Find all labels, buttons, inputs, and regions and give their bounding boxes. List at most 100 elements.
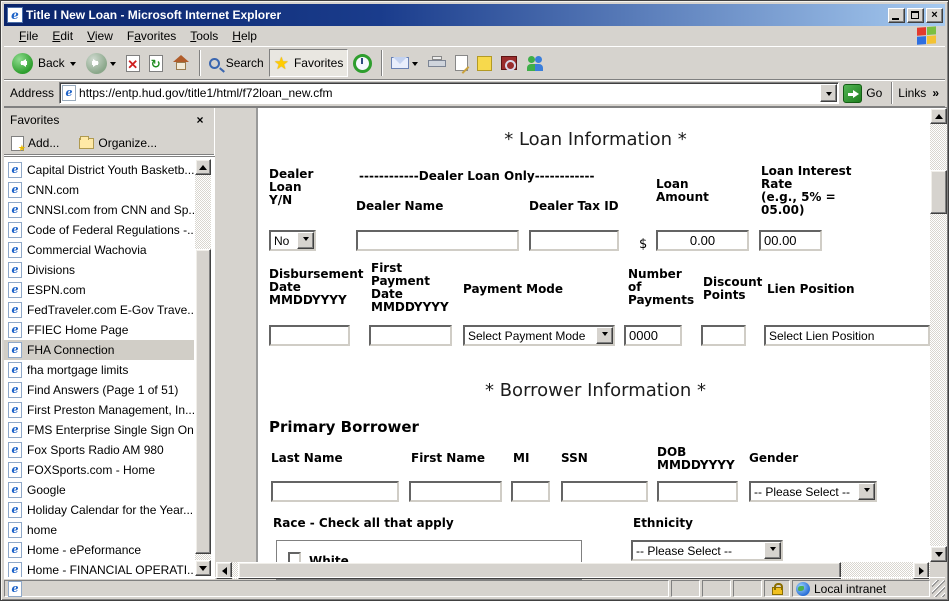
discuss-button[interactable]: [473, 49, 496, 77]
ssn-input[interactable]: [561, 481, 648, 502]
favorite-item[interactable]: e Find Answers (Page 1 of 51): [4, 380, 194, 400]
print-button[interactable]: [424, 49, 450, 77]
lien-position-select[interactable]: Select Lien Position: [764, 325, 930, 346]
loan-amount-label: Loan Amount: [656, 178, 709, 204]
favorite-item-label: Commercial Wachovia: [27, 243, 147, 257]
dealer-loan-select[interactable]: No: [269, 230, 316, 251]
payment-mode-label: Payment Mode: [463, 283, 563, 296]
search-button[interactable]: Search: [205, 49, 268, 77]
number-of-payments-input[interactable]: [624, 325, 682, 346]
close-button[interactable]: ×: [926, 8, 943, 23]
favorite-item[interactable]: eCommercial Wachovia: [4, 240, 194, 260]
favorite-item[interactable]: eCNN.com: [4, 180, 194, 200]
favorite-item[interactable]: eDivisions: [4, 260, 194, 280]
menu-tools[interactable]: Tools: [183, 27, 225, 45]
page-favicon: e: [62, 85, 76, 101]
content-scroll-up-button[interactable]: [930, 108, 947, 124]
back-button[interactable]: Back: [8, 49, 81, 77]
last-name-input[interactable]: [271, 481, 399, 502]
favorite-item[interactable]: eFox Sports Radio AM 980: [4, 440, 194, 460]
content-vscroll-thumb[interactable]: [930, 170, 947, 214]
address-field[interactable]: e https://entp.hud.gov/title1/html/f72lo…: [59, 82, 839, 104]
mail-icon: [391, 57, 409, 69]
add-favorite-button[interactable]: Add...: [8, 134, 62, 153]
favorite-item[interactable]: eESPN.com: [4, 280, 194, 300]
chevron-down-icon[interactable]: [297, 232, 314, 249]
edit-button[interactable]: [451, 49, 472, 77]
favorite-item[interactable]: eFHA Connection: [4, 340, 194, 360]
chevron-down-icon[interactable]: [596, 327, 613, 344]
favorite-item[interactable]: eHome - ePeformance: [4, 540, 194, 560]
favorite-item-label: Find Answers (Page 1 of 51): [27, 383, 178, 397]
menu-help[interactable]: Help: [225, 27, 264, 45]
first-name-input[interactable]: [409, 481, 502, 502]
menu-file[interactable]: File: [12, 27, 45, 45]
dealer-tax-id-input[interactable]: [529, 230, 619, 251]
favorite-item[interactable]: ehome: [4, 520, 194, 540]
favorites-scroll-up-button[interactable]: [195, 159, 211, 175]
dealer-name-input[interactable]: [356, 230, 519, 251]
favorites-panel-header: Favorites ×: [4, 108, 214, 132]
favorite-item[interactable]: eFirst Preston Management, In...: [4, 400, 194, 420]
history-button[interactable]: [349, 49, 376, 77]
payment-mode-value: Select Payment Mode: [465, 329, 596, 343]
title-bar[interactable]: e Title I New Loan - Microsoft Internet …: [4, 4, 945, 26]
favorites-button[interactable]: ★ Favorites: [269, 49, 349, 77]
loan-amount-input[interactable]: [656, 230, 749, 251]
gender-select[interactable]: -- Please Select --: [749, 481, 877, 502]
first-payment-date-label: First Payment Date MMDDYYYY: [371, 262, 449, 314]
disbursement-date-input[interactable]: [269, 325, 350, 346]
menu-view[interactable]: View: [80, 27, 120, 45]
minimize-button[interactable]: [888, 8, 905, 23]
ie-page-icon: e: [8, 382, 22, 398]
home-button[interactable]: [168, 49, 194, 77]
research-button[interactable]: [497, 49, 521, 77]
chevron-down-icon[interactable]: [858, 483, 875, 500]
forward-button[interactable]: [82, 49, 121, 77]
ethnicity-select[interactable]: -- Please Select --: [631, 540, 783, 561]
resize-grip[interactable]: [932, 580, 945, 597]
mi-input[interactable]: [511, 481, 550, 502]
favorite-item[interactable]: eCapital District Youth Basketb...: [4, 160, 194, 180]
favorite-item[interactable]: eCode of Federal Regulations -...: [4, 220, 194, 240]
stop-icon: ✕: [126, 55, 140, 72]
zone-label: Local intranet: [814, 582, 886, 596]
maximize-button[interactable]: [907, 8, 924, 23]
favorite-item[interactable]: eGoogle: [4, 480, 194, 500]
favorite-item[interactable]: efha mortgage limits: [4, 360, 194, 380]
stop-button[interactable]: ✕: [122, 49, 144, 77]
links-menu[interactable]: Links »: [898, 86, 943, 100]
dealer-loan-value: No: [271, 234, 297, 248]
address-dropdown-button[interactable]: [820, 84, 837, 102]
organize-favorites-button[interactable]: Organize...: [76, 134, 160, 152]
dealer-tax-id-label: Dealer Tax ID: [529, 200, 619, 213]
favorites-scroll-down-button[interactable]: [195, 560, 211, 576]
arrow-right-icon: [919, 567, 928, 575]
favorite-item[interactable]: eFedTraveler.com E-Gov Trave...: [4, 300, 194, 320]
refresh-button[interactable]: ↻: [145, 49, 167, 77]
favorites-close-button[interactable]: ×: [192, 113, 208, 128]
browser-window: e Title I New Loan - Microsoft Internet …: [0, 0, 949, 601]
messenger-button[interactable]: [522, 49, 548, 77]
go-button[interactable]: Go: [843, 84, 882, 103]
interest-rate-input[interactable]: [759, 230, 822, 251]
content-frame: * Loan Information * Dealer Loan Y/N ---…: [216, 108, 947, 579]
favorite-item[interactable]: eFMS Enterprise Single Sign On...: [4, 420, 194, 440]
links-chevron-icon: »: [932, 86, 939, 100]
first-payment-date-input[interactable]: [369, 325, 452, 346]
chevron-down-icon[interactable]: [764, 542, 781, 559]
favorite-item[interactable]: eCNNSI.com from CNN and Sp...: [4, 200, 194, 220]
menu-edit[interactable]: Edit: [45, 27, 80, 45]
favorites-scroll-thumb[interactable]: [195, 249, 211, 554]
favorite-item[interactable]: eFOXSports.com - Home: [4, 460, 194, 480]
favorite-item[interactable]: eFFIEC Home Page: [4, 320, 194, 340]
payment-mode-select[interactable]: Select Payment Mode: [463, 325, 615, 346]
address-url[interactable]: https://entp.hud.gov/title1/html/f72loan…: [79, 86, 820, 100]
menu-bar-items: FileEditViewFavoritesToolsHelp: [12, 27, 264, 45]
favorite-item[interactable]: eHoliday Calendar for the Year...: [4, 500, 194, 520]
content-scroll-down-button[interactable]: [930, 546, 947, 562]
menu-favorites[interactable]: Favorites: [120, 27, 183, 45]
mail-button[interactable]: [387, 49, 423, 77]
discount-points-input[interactable]: [701, 325, 746, 346]
dob-input[interactable]: [657, 481, 738, 502]
